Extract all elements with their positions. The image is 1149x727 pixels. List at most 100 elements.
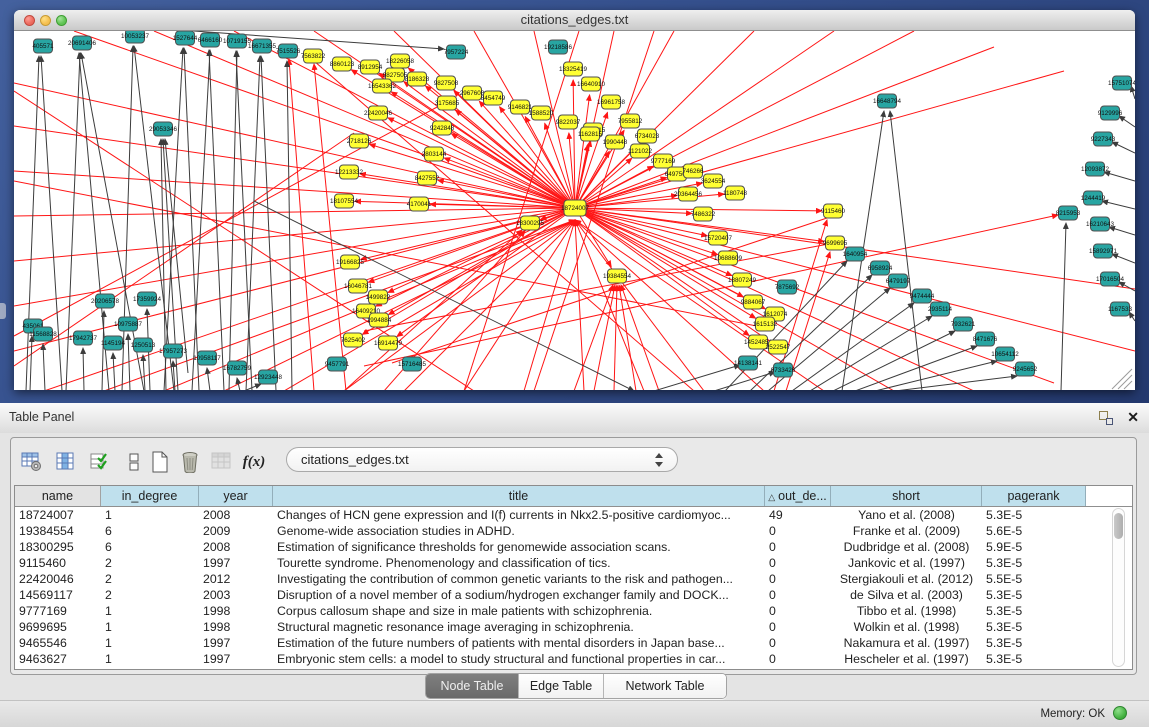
- table-cell[interactable]: 19384554: [15, 523, 101, 539]
- table-cell[interactable]: 5.3E-5: [982, 603, 1086, 619]
- table-cell[interactable]: 5.3E-5: [982, 651, 1086, 667]
- table-row[interactable]: 977716911998Corpus callosum shape and si…: [15, 603, 1118, 619]
- table-cell[interactable]: 9115460: [15, 555, 101, 571]
- table-cell[interactable]: 0: [765, 619, 831, 635]
- table-cell[interactable]: 9699695: [15, 619, 101, 635]
- table-cell[interactable]: Genome-wide association studies in ADHD.: [273, 523, 765, 539]
- table-cell[interactable]: 49: [765, 507, 831, 523]
- column-header-short[interactable]: short: [831, 486, 982, 506]
- table-cell[interactable]: Tibbo et al. (1998): [831, 603, 982, 619]
- table-cell[interactable]: 2: [101, 571, 199, 587]
- table-cell[interactable]: 2003: [199, 587, 273, 603]
- table-cell[interactable]: 1997: [199, 635, 273, 651]
- table-cell[interactable]: Structural magnetic resonance image aver…: [273, 619, 765, 635]
- table-cell[interactable]: 18300295: [15, 539, 101, 555]
- table-row[interactable]: 1456911722003Disruption of a novel membe…: [15, 587, 1118, 603]
- left-splitter-handle[interactable]: [0, 303, 6, 319]
- network-view-canvas[interactable]: 1872400788601238912954182260589827505165…: [14, 31, 1135, 390]
- citation-network-graph[interactable]: 1872400788601238912954182260589827505165…: [14, 31, 1135, 390]
- table-vertical-scrollbar[interactable]: [1112, 508, 1125, 667]
- table-cell[interactable]: 0: [765, 523, 831, 539]
- table-cell[interactable]: 0: [765, 603, 831, 619]
- table-cell[interactable]: 0: [765, 555, 831, 571]
- table-cell[interactable]: Hescheler et al. (1997): [831, 651, 982, 667]
- table-cell[interactable]: 1998: [199, 619, 273, 635]
- table-cell[interactable]: 2008: [199, 507, 273, 523]
- new-document-icon[interactable]: [147, 449, 173, 475]
- table-cell[interactable]: 1: [101, 651, 199, 667]
- table-row[interactable]: 946362711997Embryonic stem cells: a mode…: [15, 651, 1118, 667]
- table-chooser-combo[interactable]: citations_edges.txt: [286, 447, 678, 472]
- table-cell[interactable]: 9463627: [15, 651, 101, 667]
- table-row[interactable]: 1938455462009Genome-wide association stu…: [15, 523, 1118, 539]
- table-cell[interactable]: Investigating the contribution of common…: [273, 571, 765, 587]
- select-column-icon[interactable]: [53, 449, 79, 475]
- table-cell[interactable]: 1998: [199, 603, 273, 619]
- table-cell[interactable]: 1997: [199, 651, 273, 667]
- table-cell[interactable]: Dudbridge et al. (2008): [831, 539, 982, 555]
- table-cell[interactable]: 2: [101, 587, 199, 603]
- table-cell[interactable]: 18724007: [15, 507, 101, 523]
- table-cell[interactable]: Disruption of a novel member of a sodium…: [273, 587, 765, 603]
- table-cell[interactable]: 1: [101, 603, 199, 619]
- table-cell[interactable]: 5.9E-5: [982, 539, 1086, 555]
- table-cell[interactable]: 5.3E-5: [982, 555, 1086, 571]
- table-cell[interactable]: Tourette syndrome. Phenomenology and cla…: [273, 555, 765, 571]
- table-cell[interactable]: 5.3E-5: [982, 619, 1086, 635]
- table-settings-icon[interactable]: [19, 449, 45, 475]
- table-cell[interactable]: 5.3E-5: [982, 507, 1086, 523]
- table-cell[interactable]: 0: [765, 587, 831, 603]
- column-header-in-degree[interactable]: in_degree: [101, 486, 199, 506]
- table-cell[interactable]: 22420046: [15, 571, 101, 587]
- table-row[interactable]: 1872400712008Changes of HCN gene express…: [15, 507, 1118, 523]
- close-panel-icon[interactable]: ✕: [1127, 408, 1139, 426]
- column-header-title[interactable]: title: [273, 486, 765, 506]
- delete-table-icon[interactable]: [177, 449, 203, 475]
- column-header-year[interactable]: year: [199, 486, 273, 506]
- table-cell[interactable]: 5.6E-5: [982, 523, 1086, 539]
- table-cell[interactable]: 5.3E-5: [982, 635, 1086, 651]
- table-row[interactable]: 911546021997Tourette syndrome. Phenomeno…: [15, 555, 1118, 571]
- float-panel-icon[interactable]: [1099, 411, 1113, 425]
- table-cell[interactable]: Embryonic stem cells: a model to study s…: [273, 651, 765, 667]
- column-header-name[interactable]: name: [15, 486, 101, 506]
- table-cell[interactable]: Nakamura et al. (1997): [831, 635, 982, 651]
- table-cell[interactable]: 2: [101, 555, 199, 571]
- table-cell[interactable]: 9777169: [15, 603, 101, 619]
- table-cell[interactable]: 5.3E-5: [982, 587, 1086, 603]
- table-cell[interactable]: 2012: [199, 571, 273, 587]
- table-row[interactable]: 1830029562008Estimation of significance …: [15, 539, 1118, 555]
- table-row[interactable]: 969969511998Structural magnetic resonanc…: [15, 619, 1118, 635]
- tab-node-table[interactable]: Node Table: [426, 674, 519, 698]
- scrollbar-thumb[interactable]: [1114, 513, 1123, 539]
- row-height-icon[interactable]: [121, 449, 147, 475]
- table-cell[interactable]: Corpus callosum shape and size in male p…: [273, 603, 765, 619]
- table-cell[interactable]: Estimation of significance thresholds fo…: [273, 539, 765, 555]
- table-cell[interactable]: Stergiakouli et al. (2012): [831, 571, 982, 587]
- column-header-out-degree[interactable]: △out_de...: [765, 486, 831, 506]
- table-cell[interactable]: Franke et al. (2009): [831, 523, 982, 539]
- column-header-pagerank[interactable]: pagerank: [982, 486, 1086, 506]
- table-cell[interactable]: 0: [765, 571, 831, 587]
- table-cell[interactable]: 14569117: [15, 587, 101, 603]
- tab-edge-table[interactable]: Edge Table: [519, 674, 604, 698]
- table-cell[interactable]: 6: [101, 539, 199, 555]
- table-cell[interactable]: Jankovic et al. (1997): [831, 555, 982, 571]
- function-builder-icon[interactable]: f(x): [241, 449, 267, 475]
- table-cell[interactable]: 1997: [199, 555, 273, 571]
- table-cell[interactable]: 1: [101, 619, 199, 635]
- table-cell[interactable]: 0: [765, 539, 831, 555]
- table-cell[interactable]: Yano et al. (2008): [831, 507, 982, 523]
- table-cell[interactable]: Changes of HCN gene expression and I(f) …: [273, 507, 765, 523]
- table-row[interactable]: 946554611997Estimation of the future num…: [15, 635, 1118, 651]
- table-cell[interactable]: 0: [765, 651, 831, 667]
- table-cell[interactable]: 5.5E-5: [982, 571, 1086, 587]
- select-rows-icon[interactable]: [87, 449, 113, 475]
- table-cell[interactable]: 9465546: [15, 635, 101, 651]
- tab-network-table[interactable]: Network Table: [604, 674, 726, 698]
- table-cell[interactable]: 0: [765, 635, 831, 651]
- table-cell[interactable]: Estimation of the future numbers of pati…: [273, 635, 765, 651]
- table-cell[interactable]: de Silva et al. (2003): [831, 587, 982, 603]
- table-row[interactable]: 2242004622012Investigating the contribut…: [15, 571, 1118, 587]
- table-cell[interactable]: 1: [101, 507, 199, 523]
